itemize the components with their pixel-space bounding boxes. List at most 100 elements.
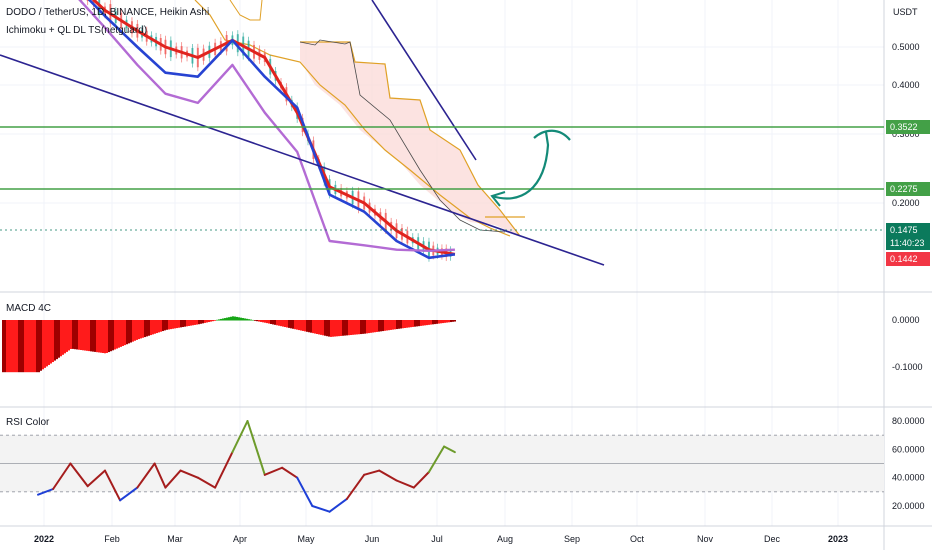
macd-histogram-bar — [2, 320, 4, 373]
macd-histogram-bar — [268, 320, 270, 324]
macd-histogram-bar — [350, 320, 352, 336]
macd-histogram-bar — [380, 320, 382, 332]
macd-histogram-bar — [346, 320, 348, 336]
macd-histogram-bar — [224, 318, 226, 321]
macd-histogram-bar — [54, 320, 56, 361]
macd-histogram-bar — [312, 320, 314, 334]
macd-histogram-bar — [238, 317, 240, 321]
macd-histogram-bar — [386, 320, 388, 331]
low-price-tag: 0.1442 — [886, 252, 930, 266]
macd-histogram-bar — [406, 320, 408, 328]
rsi-axis-label: 60.0000 — [892, 444, 925, 454]
macd-histogram-bar — [112, 320, 114, 351]
macd-histogram-bar — [58, 320, 60, 358]
macd-histogram-bar — [132, 320, 134, 342]
macd-histogram-bar — [188, 320, 190, 326]
macd-histogram-bar — [320, 320, 322, 335]
macd-histogram-bar — [378, 320, 380, 332]
macd-histogram-bar — [20, 320, 22, 373]
macd-histogram-bar — [174, 320, 176, 329]
macd-histogram-bar — [196, 320, 198, 325]
macd-histogram-bar — [342, 320, 344, 336]
macd-histogram-bar — [274, 320, 276, 325]
macd-histogram-bar — [134, 320, 136, 341]
macd-histogram-bar — [290, 320, 292, 329]
macd-histogram-bar — [344, 320, 346, 336]
macd-histogram-bar — [184, 320, 186, 327]
rsi-panel-title: RSI Color — [6, 417, 50, 428]
macd-histogram-bar — [122, 320, 124, 346]
macd-histogram-bar — [452, 320, 454, 322]
macd-histogram-bar — [446, 320, 448, 323]
macd-histogram-bar — [368, 320, 370, 334]
macd-histogram-bar — [80, 320, 82, 351]
macd-histogram-bar — [436, 320, 438, 324]
macd-histogram-bar — [228, 317, 230, 321]
macd-histogram-bar — [248, 319, 250, 321]
macd-histogram-bar — [130, 320, 132, 343]
macd-histogram-bar — [426, 320, 428, 326]
macd-histogram-bar — [390, 320, 392, 330]
macd-histogram-bar — [374, 320, 376, 333]
macd-histogram-bar — [50, 320, 52, 364]
macd-histogram-bar — [170, 320, 172, 330]
macd-histogram-bar — [278, 320, 280, 326]
macd-histogram-bar — [256, 320, 258, 322]
macd-histogram-bar — [420, 320, 422, 326]
macd-histogram-bar — [148, 320, 150, 336]
macd-histogram-bar — [118, 320, 120, 348]
macd-histogram-bar — [358, 320, 360, 335]
macd-panel-title: MACD 4C — [6, 303, 52, 314]
macd-histogram-bar — [438, 320, 440, 324]
macd-histogram-bar — [396, 320, 398, 330]
macd-histogram-bar — [304, 320, 306, 332]
trading-chart[interactable]: 0.50000.40000.30000.20000.0000-0.100080.… — [0, 0, 932, 550]
macd-histogram-bar — [242, 318, 244, 321]
macd-histogram-bar — [146, 320, 148, 337]
macd-histogram-bar — [52, 320, 54, 363]
price-axis-label: 0.5000 — [892, 42, 920, 52]
macd-histogram-bar — [216, 319, 218, 321]
macd-histogram-bar — [90, 320, 92, 352]
macd-histogram-bar — [94, 320, 96, 352]
macd-histogram-bar — [402, 320, 404, 329]
macd-histogram-bar — [6, 320, 8, 373]
macd-histogram-bar — [4, 320, 6, 373]
macd-histogram-bar — [404, 320, 406, 328]
macd-histogram-bar — [412, 320, 414, 327]
macd-histogram-bar — [208, 320, 210, 323]
macd-histogram-bar — [88, 320, 90, 352]
macd-axis-label: 0.0000 — [892, 315, 920, 325]
macd-histogram-bar — [280, 320, 282, 327]
macd-histogram-bar — [206, 320, 208, 323]
macd-histogram-bar — [60, 320, 62, 357]
last-price-tag: 0.1475 — [886, 223, 930, 237]
macd-histogram-bar — [114, 320, 116, 350]
macd-histogram-bar — [48, 320, 50, 365]
macd-histogram-bar — [334, 320, 336, 337]
descending-trendline[interactable] — [0, 54, 605, 266]
time-axis-label: May — [297, 534, 315, 544]
macd-histogram-bar — [22, 320, 24, 373]
time-axis-label: Jun — [365, 534, 380, 544]
time-axis-label: 2023 — [828, 534, 848, 544]
macd-histogram-bar — [82, 320, 84, 351]
macd-histogram-bar — [302, 320, 304, 331]
macd-histogram-bar — [376, 320, 378, 332]
macd-histogram-bar — [92, 320, 94, 352]
macd-histogram-bar — [70, 320, 72, 349]
macd-histogram-bar — [180, 320, 182, 328]
macd-histogram-bar — [46, 320, 48, 367]
macd-histogram-bar — [424, 320, 426, 326]
macd-histogram-bar — [428, 320, 430, 325]
macd-histogram-bar — [160, 320, 162, 332]
macd-axis-label: -0.1000 — [892, 362, 923, 372]
macd-histogram-bar — [108, 320, 110, 353]
macd-histogram-bar — [240, 317, 242, 321]
macd-histogram-bar — [332, 320, 334, 337]
macd-histogram-bar — [226, 317, 228, 321]
macd-histogram-bar — [102, 320, 104, 353]
macd-histogram-bar — [454, 320, 456, 322]
macd-histogram-bar — [38, 320, 40, 373]
macd-histogram-bar — [254, 320, 256, 321]
